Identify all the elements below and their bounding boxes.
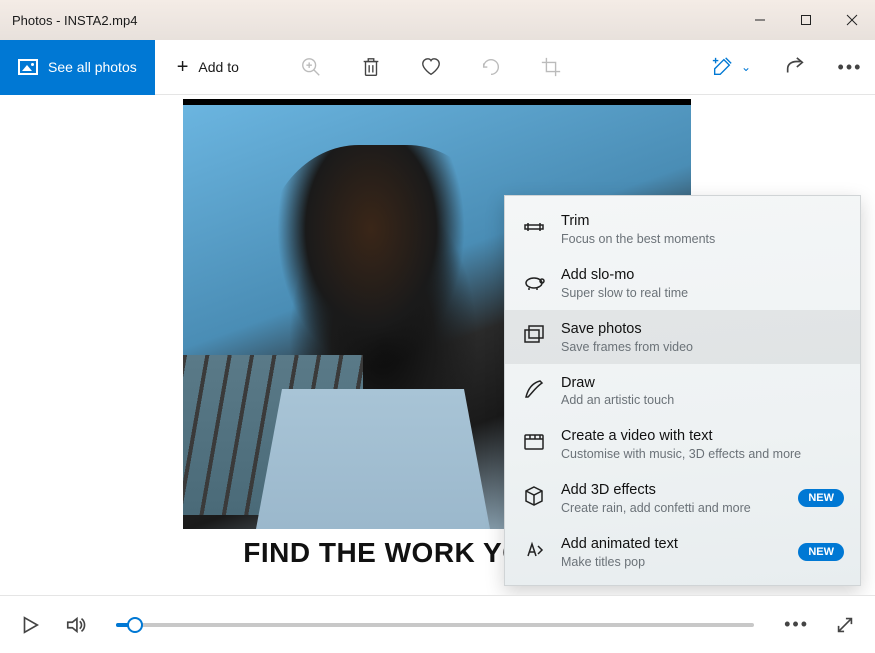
fullscreen-button[interactable] <box>829 609 861 641</box>
seek-slider[interactable] <box>116 623 754 627</box>
menu-sub: Save frames from video <box>561 340 844 354</box>
menu-text: Trim Focus on the best moments <box>561 212 844 246</box>
menu-sub: Create rain, add confetti and more <box>561 501 784 515</box>
see-all-label: See all photos <box>48 59 137 75</box>
frames-icon <box>521 322 547 348</box>
new-badge: NEW <box>798 489 844 507</box>
maximize-button[interactable] <box>783 0 829 40</box>
cube-sparkle-icon <box>521 483 547 509</box>
menu-text: Create a video with text Customise with … <box>561 427 844 461</box>
photo-background-detail <box>183 355 363 515</box>
window-title: Photos - INSTA2.mp4 <box>12 13 137 28</box>
menu-title: Save photos <box>561 320 844 339</box>
menu-item-video-text[interactable]: Create a video with text Customise with … <box>505 417 860 471</box>
turtle-icon <box>521 268 547 294</box>
menu-title: Add slo-mo <box>561 266 844 285</box>
menu-item-animated-text[interactable]: Add animated text Make titles pop NEW <box>505 525 860 579</box>
menu-sub: Add an artistic touch <box>561 393 844 407</box>
menu-sub: Focus on the best moments <box>561 232 844 246</box>
menu-title: Add animated text <box>561 535 784 554</box>
photo-icon <box>18 59 38 75</box>
menu-title: Draw <box>561 374 844 393</box>
menu-item-slomo[interactable]: Add slo-mo Super slow to real time <box>505 256 860 310</box>
menu-item-trim[interactable]: Trim Focus on the best moments <box>505 202 860 256</box>
content-area: FIND THE WORK YOU LOVE Trim Focus on the… <box>0 95 875 595</box>
favorite-button[interactable] <box>401 40 461 95</box>
menu-title: Trim <box>561 212 844 231</box>
animated-text-icon <box>521 537 547 563</box>
zoom-button[interactable] <box>281 40 341 95</box>
crop-button[interactable] <box>521 40 581 95</box>
menu-text: Add animated text Make titles pop <box>561 535 784 569</box>
menu-sub: Customise with music, 3D effects and mor… <box>561 447 844 461</box>
add-to-label: Add to <box>198 59 238 75</box>
menu-text: Save photos Save frames from video <box>561 320 844 354</box>
title-bar: Photos - INSTA2.mp4 <box>0 0 875 40</box>
play-button[interactable] <box>14 609 46 641</box>
edit-create-button[interactable]: ⌄ <box>697 40 765 95</box>
plus-icon: + <box>177 56 189 79</box>
see-all-photos-button[interactable]: See all photos <box>0 40 155 95</box>
menu-text: Add 3D effects Create rain, add confetti… <box>561 481 784 515</box>
trim-icon <box>521 214 547 240</box>
film-icon <box>521 429 547 455</box>
toolbar-icons <box>281 40 581 95</box>
window-controls <box>737 0 875 40</box>
more-button[interactable]: ••• <box>825 40 875 95</box>
new-badge: NEW <box>798 543 844 561</box>
playback-bar: ••• <box>0 595 875 653</box>
menu-sub: Make titles pop <box>561 555 784 569</box>
minimize-button[interactable] <box>737 0 783 40</box>
share-button[interactable] <box>765 40 825 95</box>
chevron-down-icon: ⌄ <box>741 60 751 74</box>
pen-icon <box>521 376 547 402</box>
delete-button[interactable] <box>341 40 401 95</box>
menu-title: Create a video with text <box>561 427 844 446</box>
rotate-button[interactable] <box>461 40 521 95</box>
playback-more-button[interactable]: ••• <box>778 614 815 635</box>
close-button[interactable] <box>829 0 875 40</box>
edit-menu: Trim Focus on the best moments Add slo-m… <box>504 195 861 586</box>
volume-button[interactable] <box>60 609 92 641</box>
seek-thumb[interactable] <box>127 617 143 633</box>
menu-item-3d-effects[interactable]: Add 3D effects Create rain, add confetti… <box>505 471 860 525</box>
menu-item-draw[interactable]: Draw Add an artistic touch <box>505 364 860 418</box>
menu-sub: Super slow to real time <box>561 286 844 300</box>
add-to-button[interactable]: + Add to <box>155 40 261 95</box>
toolbar: See all photos + Add to ⌄ ••• <box>0 40 875 95</box>
menu-item-save-photos[interactable]: Save photos Save frames from video <box>505 310 860 364</box>
menu-text: Draw Add an artistic touch <box>561 374 844 408</box>
edit-group: ⌄ ••• <box>697 40 875 95</box>
menu-text: Add slo-mo Super slow to real time <box>561 266 844 300</box>
menu-title: Add 3D effects <box>561 481 784 500</box>
